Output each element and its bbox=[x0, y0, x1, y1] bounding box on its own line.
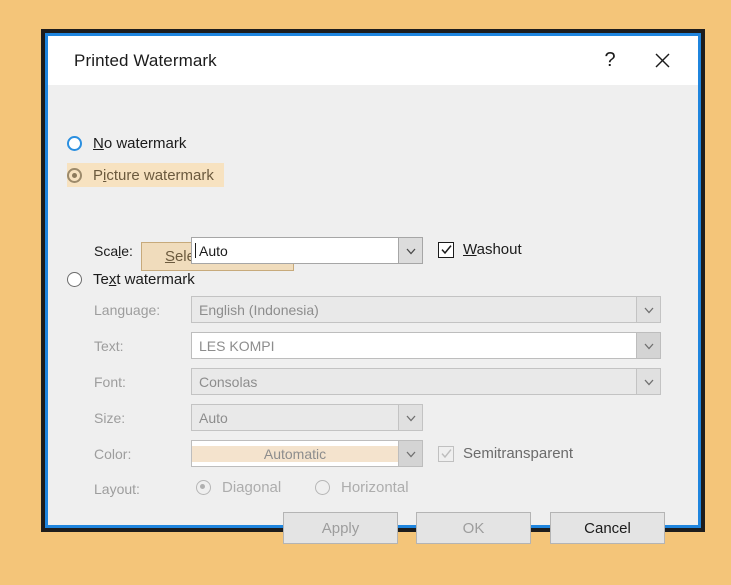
dialog-titlebar: Printed Watermark ? bbox=[48, 36, 698, 85]
close-button[interactable] bbox=[636, 41, 688, 81]
watermark-dialog: Printed Watermark ? No watermark Picture… bbox=[41, 29, 705, 544]
scale-value-text: Auto bbox=[199, 242, 228, 259]
size-label: Size: bbox=[94, 410, 126, 426]
radio-layout-diagonal: Diagonal bbox=[196, 475, 281, 499]
font-label: Font: bbox=[94, 374, 126, 390]
dialog-accent-border: Printed Watermark ? No watermark Picture… bbox=[45, 33, 701, 544]
check-icon bbox=[440, 449, 452, 459]
radio-layout-diagonal-label: Diagonal bbox=[222, 478, 282, 496]
scale-value: Auto bbox=[191, 237, 398, 264]
color-dropdown-arrow bbox=[398, 440, 423, 467]
radio-layout-horizontal-label: Horizontal bbox=[341, 478, 409, 496]
check-icon bbox=[440, 245, 452, 255]
radio-text-watermark-indicator bbox=[67, 271, 82, 287]
language-combobox: English (Indonesia) bbox=[191, 296, 661, 323]
chevron-down-icon bbox=[406, 451, 415, 457]
layout-label: Layout: bbox=[94, 481, 140, 497]
cancel-button[interactable]: Cancel bbox=[550, 512, 665, 544]
chevron-down-icon bbox=[406, 248, 415, 254]
radio-text-watermark[interactable]: Text watermark bbox=[67, 267, 195, 291]
chevron-down-icon bbox=[644, 379, 653, 385]
text-label: Text: bbox=[94, 338, 124, 354]
washout-checkbox[interactable] bbox=[438, 241, 454, 258]
radio-text-watermark-label: Text watermark bbox=[93, 270, 195, 288]
washout-label: Washout bbox=[463, 241, 522, 258]
font-value: Consolas bbox=[191, 368, 636, 395]
radio-picture-watermark-indicator bbox=[67, 167, 82, 183]
scale-dropdown-arrow[interactable] bbox=[398, 237, 423, 264]
semitransparent-checkbox-row: Semitransparent bbox=[438, 445, 573, 462]
radio-picture-watermark[interactable]: Picture watermark bbox=[67, 163, 224, 187]
apply-button[interactable]: Apply bbox=[283, 512, 398, 544]
size-dropdown-arrow bbox=[398, 404, 423, 431]
chevron-down-icon bbox=[406, 415, 415, 421]
semitransparent-label: Semitransparent bbox=[463, 445, 574, 462]
close-icon bbox=[655, 53, 669, 68]
chevron-down-icon bbox=[644, 307, 653, 313]
size-value: Auto bbox=[191, 404, 398, 431]
color-value: Automatic bbox=[191, 440, 398, 467]
dialog-title: Printed Watermark bbox=[74, 50, 217, 70]
chevron-down-icon bbox=[644, 343, 653, 349]
text-caret bbox=[195, 243, 196, 258]
color-value-text: Automatic bbox=[192, 445, 398, 462]
language-value: English (Indonesia) bbox=[191, 296, 636, 323]
text-value: LES KOMPI bbox=[191, 332, 636, 359]
radio-layout-horizontal: Horizontal bbox=[315, 475, 409, 499]
language-label: Language: bbox=[94, 302, 161, 318]
size-combobox: Auto bbox=[191, 404, 423, 431]
scale-label: Scale: bbox=[94, 243, 133, 259]
font-dropdown-arrow bbox=[636, 368, 661, 395]
text-combobox: LES KOMPI bbox=[191, 332, 661, 359]
ok-button[interactable]: OK bbox=[416, 512, 531, 544]
radio-picture-watermark-label: Picture watermark bbox=[93, 166, 214, 184]
washout-checkbox-row[interactable]: Washout bbox=[438, 241, 522, 258]
dialog-inner: Printed Watermark ? No watermark Picture… bbox=[48, 36, 698, 544]
help-button[interactable]: ? bbox=[584, 41, 636, 81]
titlebar-buttons: ? bbox=[584, 36, 688, 85]
radio-layout-diagonal-indicator bbox=[196, 479, 211, 495]
color-label: Color: bbox=[94, 446, 132, 462]
radio-no-watermark-label: No watermark bbox=[93, 134, 187, 152]
text-dropdown-arrow bbox=[636, 332, 661, 359]
radio-no-watermark[interactable]: No watermark bbox=[67, 131, 186, 155]
radio-layout-horizontal-indicator bbox=[315, 479, 330, 495]
language-dropdown-arrow bbox=[636, 296, 661, 323]
semitransparent-checkbox bbox=[438, 445, 454, 462]
color-combobox: Automatic bbox=[191, 440, 423, 467]
radio-no-watermark-indicator bbox=[67, 135, 82, 151]
font-combobox: Consolas bbox=[191, 368, 661, 395]
scale-combobox[interactable]: Auto bbox=[191, 237, 423, 264]
dialog-body: No watermark Picture watermark Select Pi… bbox=[48, 85, 698, 544]
